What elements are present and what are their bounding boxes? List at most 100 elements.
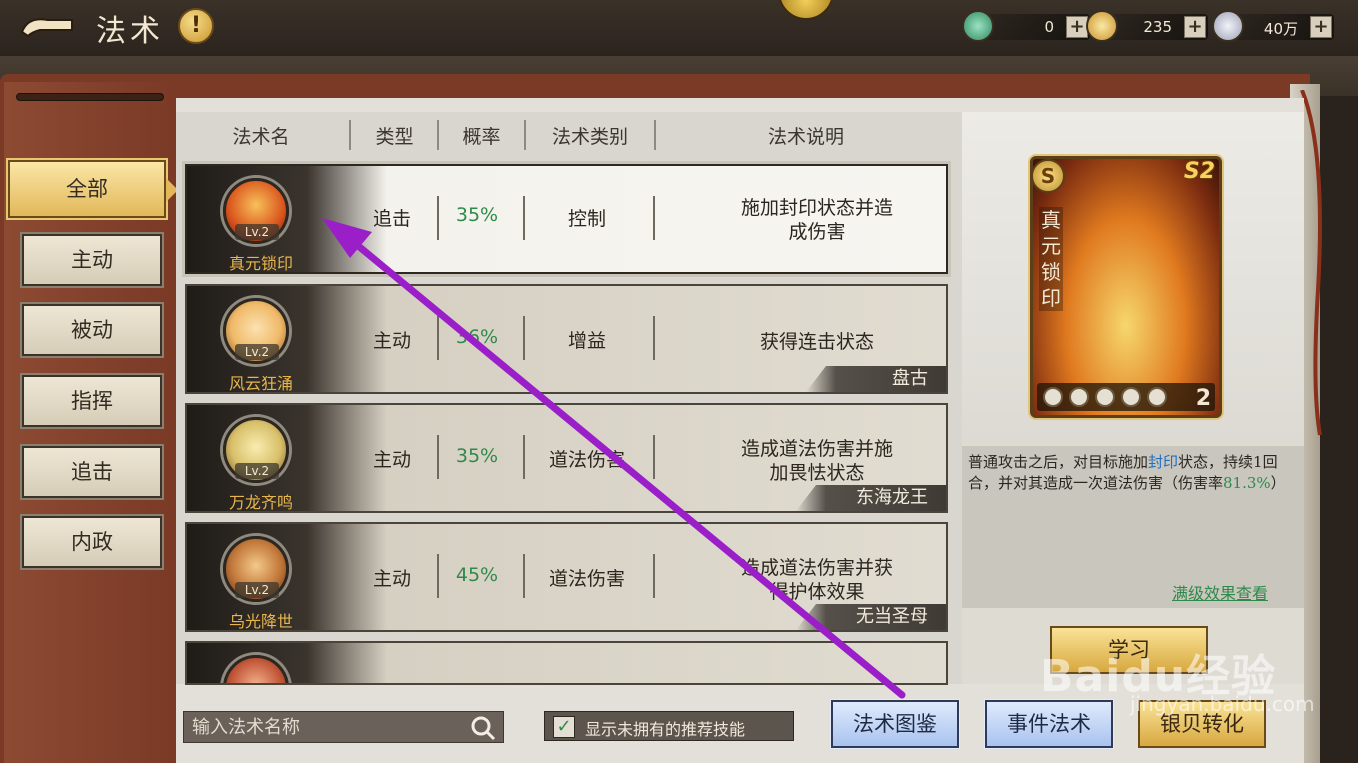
currency-jade: 0 + xyxy=(962,10,1090,42)
skill-type: 主动 xyxy=(372,330,411,352)
column-divider xyxy=(349,120,351,150)
skill-description: 施加封印状态并造 成伤害 xyxy=(667,196,946,244)
back-button[interactable] xyxy=(18,10,76,40)
sidebar-item-active[interactable]: 主动 xyxy=(20,232,164,288)
row-divider xyxy=(653,435,655,479)
description-text: 普通攻击之后，对目标施加 xyxy=(968,453,1149,471)
skill-description-line: 加畏怯状态 xyxy=(769,462,865,484)
table-row[interactable]: Lv.2 万龙齐鸣 主动 35% 道法伤害 造成道法伤害并施 加畏怯状态 东海龙… xyxy=(185,403,948,513)
silver-token-icon xyxy=(1212,10,1244,42)
owner-tag: 东海龙王 xyxy=(796,485,946,511)
sidebar-rail xyxy=(16,93,164,101)
column-type: 类型 xyxy=(375,126,414,148)
skill-level: Lv.2 xyxy=(235,582,279,598)
search-icon[interactable] xyxy=(469,714,497,742)
sidebar-item-domestic[interactable]: 内政 xyxy=(20,514,164,570)
column-probability: 概率 xyxy=(462,126,501,148)
skill-level: Lv.2 xyxy=(235,463,279,479)
skill-name: 风云狂涌 xyxy=(228,374,293,393)
skill-type: 主动 xyxy=(372,568,411,590)
recommend-label: 显示未拥有的推荐技能 xyxy=(585,720,746,739)
skill-name: 万龙齐鸣 xyxy=(228,493,293,512)
owner-tag: 无当圣母 xyxy=(796,604,946,630)
sidebar-item-pursuit[interactable]: 追击 xyxy=(20,444,164,500)
skill-name: 乌光降世 xyxy=(228,612,293,631)
star-icon xyxy=(1121,387,1141,407)
recommend-checkbox[interactable]: ✓ 显示未拥有的推荐技能 xyxy=(544,711,794,741)
page-title: 法术 xyxy=(96,14,164,49)
skill-level: Lv.2 xyxy=(235,344,279,360)
rank-badge: S xyxy=(1031,159,1065,193)
column-name: 法术名 xyxy=(232,126,290,148)
star-count: 2 xyxy=(1195,386,1211,411)
gold-token-icon xyxy=(1086,10,1118,42)
card-skill-name: 真元锁印 xyxy=(1039,207,1063,311)
column-description: 法术说明 xyxy=(767,126,844,148)
table-row[interactable] xyxy=(185,641,948,685)
skill-description-line: 得护体效果 xyxy=(769,581,865,603)
full-effect-link[interactable]: 满级效果查看 xyxy=(1172,580,1268,604)
skill-icon-partial xyxy=(223,655,289,683)
skill-description-line: 造成道法伤害并获 xyxy=(740,557,893,579)
skill-category: 控制 xyxy=(567,208,606,230)
table-row[interactable]: Lv.2 真元锁印 追击 35% 控制 施加封印状态并造 成伤害 xyxy=(182,161,951,277)
skill-description: 造成道法伤害并获 得护体效果 xyxy=(667,556,946,604)
add-silver-button[interactable]: + xyxy=(1310,16,1332,38)
skill-level: Lv.2 xyxy=(235,224,279,240)
skill-description-line: 成伤害 xyxy=(788,221,846,243)
skill-name: 真元锁印 xyxy=(228,254,293,273)
skill-description: 造成道法伤害并施 加畏怯状态 xyxy=(667,437,946,485)
skill-probability: 35% xyxy=(455,445,499,467)
description-value: 81.3% xyxy=(1223,474,1271,492)
table-row[interactable]: Lv.2 乌光降世 主动 45% 道法伤害 造成道法伤害并获 得护体效果 无当圣… xyxy=(185,522,948,632)
description-text: ） xyxy=(1270,474,1286,492)
currency-gold-value: 235 xyxy=(1143,18,1172,36)
table-header: 法术名 类型 概率 法术类别 法术说明 xyxy=(176,114,962,154)
tier-badge: S2 xyxy=(1183,159,1215,184)
add-jade-button[interactable]: + xyxy=(1066,16,1088,38)
skill-type: 追击 xyxy=(372,208,411,230)
row-divider xyxy=(653,196,655,240)
skill-category: 增益 xyxy=(567,330,606,352)
skill-probability: 36% xyxy=(455,326,499,348)
add-gold-button[interactable]: + xyxy=(1184,16,1206,38)
currency-silver: 40万 + xyxy=(1212,10,1334,42)
skill-type: 主动 xyxy=(372,449,411,471)
skill-card: S S2 真元锁印 2 xyxy=(1030,156,1222,418)
star-icon xyxy=(1043,387,1063,407)
bookmark-rope-icon xyxy=(1300,90,1322,436)
back-arrow-icon xyxy=(20,18,73,38)
sidebar-item-passive[interactable]: 被动 xyxy=(20,302,164,358)
table-row[interactable]: Lv.2 风云狂涌 主动 36% 增益 获得连击状态 盘古 xyxy=(185,284,948,394)
skill-category: 道法伤害 xyxy=(548,449,625,471)
skill-description-line: 获得连击状态 xyxy=(759,331,874,353)
search-input[interactable] xyxy=(184,712,464,742)
column-category: 法术类别 xyxy=(551,126,628,148)
skill-description: 获得连击状态 xyxy=(667,330,946,354)
jade-coin-icon xyxy=(962,10,994,42)
checkmark-icon[interactable]: ✓ xyxy=(553,716,575,738)
row-divider xyxy=(653,316,655,360)
description-keyword: 封印 xyxy=(1148,453,1179,471)
skill-category: 道法伤害 xyxy=(548,568,625,590)
skill-atlas-button[interactable]: 法术图鉴 xyxy=(830,699,960,749)
search-box xyxy=(183,711,504,743)
info-icon[interactable]: ! xyxy=(178,8,214,44)
skill-description-line: 施加封印状态并造 xyxy=(740,197,893,219)
skill-probability: 45% xyxy=(455,564,499,586)
event-skill-button[interactable]: 事件法术 xyxy=(984,699,1114,749)
star-icon xyxy=(1095,387,1115,407)
currency-gold: 235 + xyxy=(1086,10,1208,42)
owner-tag: 盘古 xyxy=(806,366,946,392)
currency-silver-value: 40万 xyxy=(1263,20,1298,38)
currency-jade-value: 0 xyxy=(1044,18,1054,36)
star-icon xyxy=(1069,387,1089,407)
sidebar-item-command[interactable]: 指挥 xyxy=(20,373,164,429)
skill-probability: 35% xyxy=(455,204,499,226)
star-icon xyxy=(1147,387,1167,407)
sidebar-item-all[interactable]: 全部 xyxy=(6,158,178,220)
row-divider xyxy=(653,554,655,598)
skill-detail-description: 普通攻击之后，对目标施加封印状态，持续1回合，并对其造成一次道法伤害（伤害率81… xyxy=(968,452,1298,494)
watermark-url: jingyan.baidu.com xyxy=(1130,692,1315,716)
skill-description-line: 造成道法伤害并施 xyxy=(740,438,893,460)
